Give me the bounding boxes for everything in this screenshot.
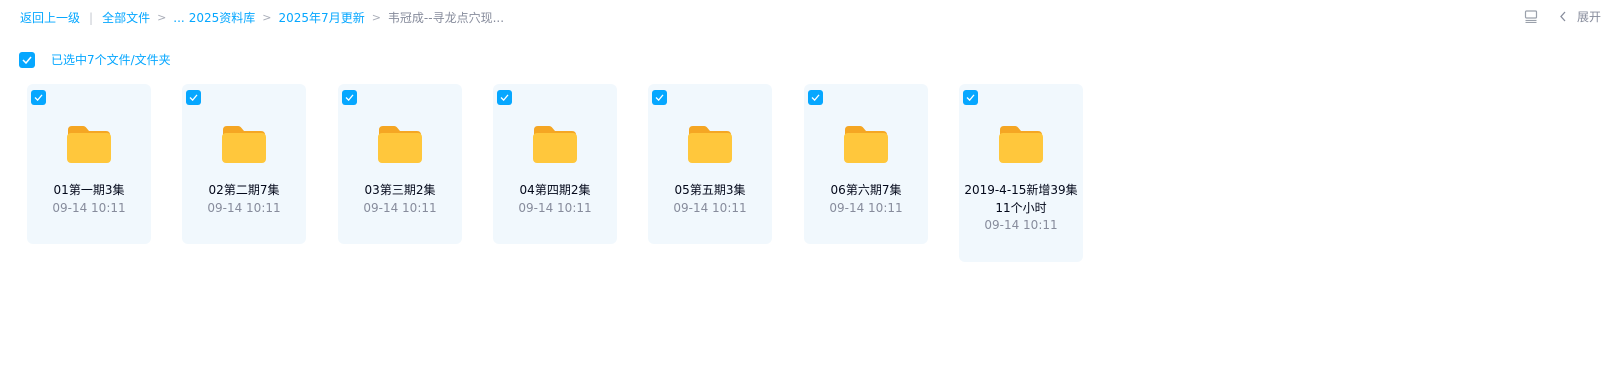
chevron-left-icon (1557, 11, 1569, 23)
item-checkbox[interactable] (186, 90, 201, 105)
breadcrumb: 返回上一级 | 全部文件 > ... 2025资料库 > 2025年7月更新 >… (20, 9, 504, 26)
chevron-right-icon: > (371, 11, 381, 24)
folder-name[interactable]: 05第五期3集 (652, 181, 768, 199)
folder-name[interactable]: 04第四期2集 (497, 181, 613, 199)
folder-item[interactable]: 02第二期7集 09-14 10:11 (182, 84, 306, 244)
folder-name[interactable]: 03第三期2集 (342, 181, 458, 199)
folder-item[interactable]: 06第六期7集 09-14 10:11 (804, 84, 928, 244)
folder-time: 09-14 10:11 (518, 201, 592, 215)
back-link[interactable]: 返回上一级 (20, 9, 80, 26)
folder-name[interactable]: 06第六期7集 (808, 181, 924, 199)
check-icon (22, 56, 32, 64)
folder-icon (844, 126, 888, 163)
folder-name[interactable]: 01第一期3集 (31, 181, 147, 199)
list-view-icon[interactable] (1523, 9, 1539, 25)
item-checkbox[interactable] (652, 90, 667, 105)
breadcrumb-ellipsis[interactable]: ... (173, 11, 184, 25)
folder-icon (533, 126, 577, 163)
item-checkbox[interactable] (808, 90, 823, 105)
expand-label: 展开 (1576, 10, 1601, 24)
item-checkbox[interactable] (342, 90, 357, 105)
folder-name[interactable]: 2019-4-15新增39集11个小时 (963, 181, 1079, 217)
expand-button[interactable]: 展开 (1557, 8, 1601, 25)
folder-item[interactable]: 01第一期3集 09-14 10:11 (27, 84, 151, 244)
top-bar: 返回上一级 | 全部文件 > ... 2025资料库 > 2025年7月更新 >… (0, 0, 1615, 36)
folder-item[interactable]: 2019-4-15新增39集11个小时 09-14 10:11 (959, 84, 1083, 262)
folder-icon (688, 126, 732, 163)
folder-time: 09-14 10:11 (673, 201, 747, 215)
breadcrumb-all-files[interactable]: 全部文件 (102, 9, 150, 26)
folder-icon (999, 126, 1043, 163)
folder-icon (67, 126, 111, 163)
folder-time: 09-14 10:11 (207, 201, 281, 215)
folder-time: 09-14 10:11 (829, 201, 903, 215)
item-checkbox[interactable] (31, 90, 46, 105)
selection-count: 已选中7个文件/文件夹 (51, 53, 171, 67)
folder-name[interactable]: 02第二期7集 (186, 181, 302, 199)
breadcrumb-level2[interactable]: 2025年7月更新 (279, 9, 365, 26)
folder-item[interactable]: 04第四期2集 09-14 10:11 (493, 84, 617, 244)
item-checkbox[interactable] (497, 90, 512, 105)
item-checkbox[interactable] (963, 90, 978, 105)
right-toolbar: 展开 (1523, 8, 1601, 25)
folder-icon (378, 126, 422, 163)
chevron-right-icon: > (262, 11, 272, 24)
selection-bar: 已选中7个文件/文件夹 (19, 51, 171, 68)
folder-time: 09-14 10:11 (984, 218, 1058, 232)
breadcrumb-level1[interactable]: 2025资料库 (189, 9, 256, 26)
folder-icon (222, 126, 266, 163)
folder-time: 09-14 10:11 (363, 201, 437, 215)
select-all-checkbox[interactable] (19, 51, 35, 68)
breadcrumb-divider: | (89, 10, 94, 25)
chevron-right-icon: > (157, 11, 167, 24)
folder-item[interactable]: 03第三期2集 09-14 10:11 (338, 84, 462, 244)
folder-time: 09-14 10:11 (52, 201, 126, 215)
breadcrumb-current: 韦冠成--寻龙点穴现... (387, 11, 505, 25)
folder-item[interactable]: 05第五期3集 09-14 10:11 (648, 84, 772, 244)
